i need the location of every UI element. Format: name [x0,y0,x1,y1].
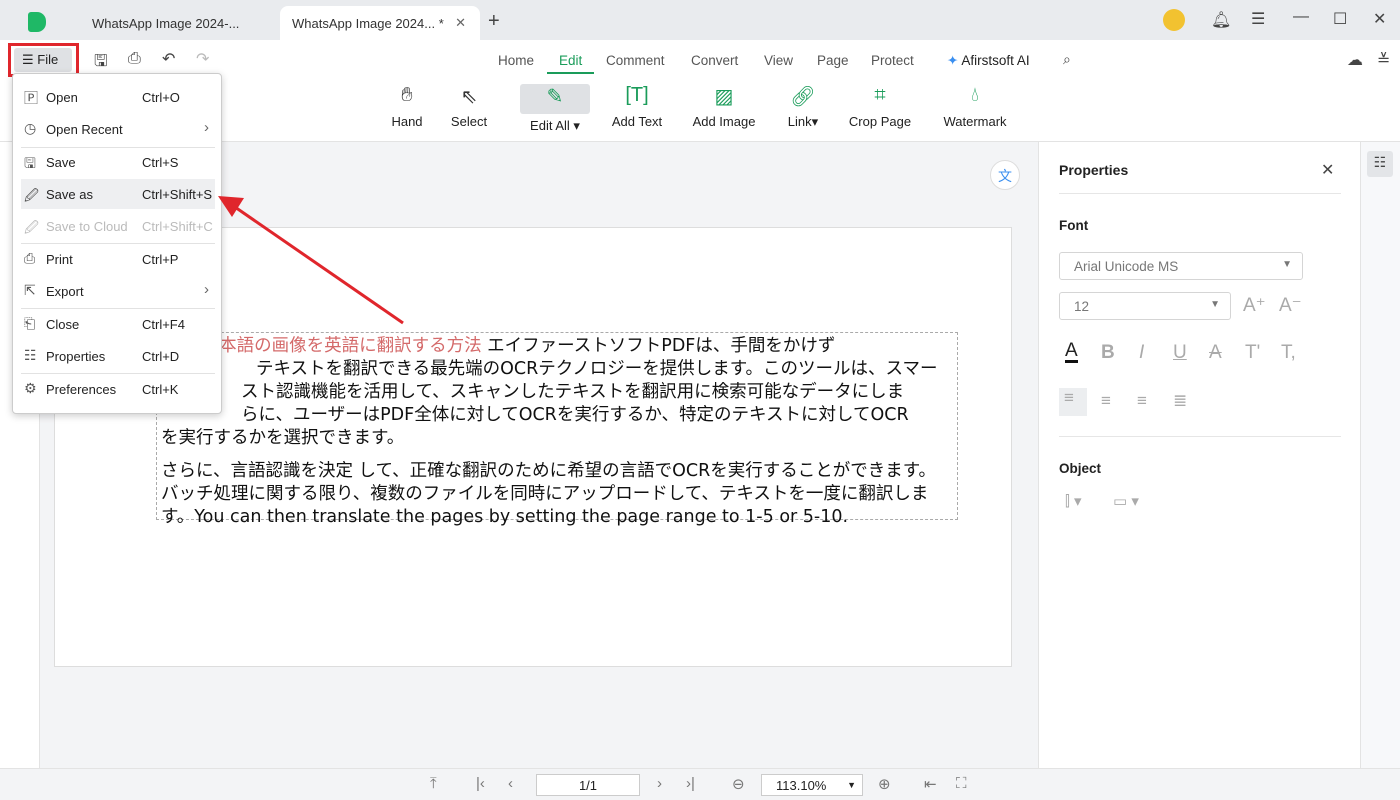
arrow-shaft [231,203,404,325]
annotation-arrow [218,196,404,325]
arrow-head [218,196,244,217]
